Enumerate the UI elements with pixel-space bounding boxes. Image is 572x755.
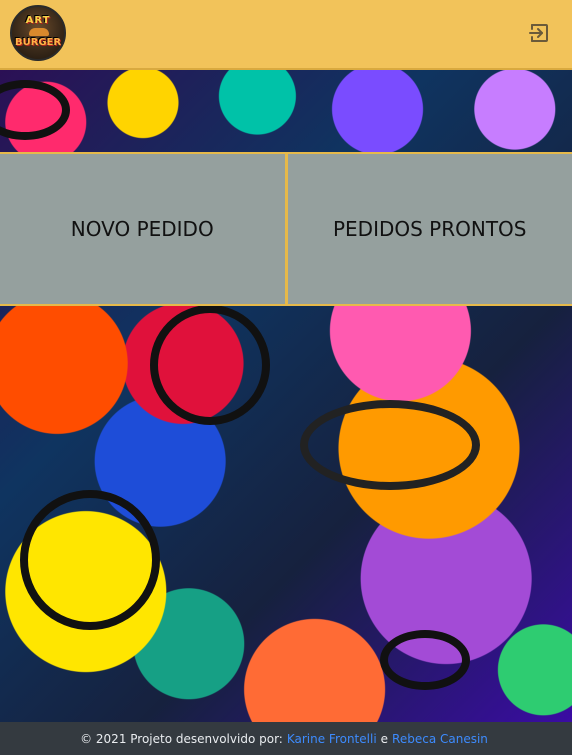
page-footer: © 2021 Projeto desenvolvido por: Karine … [0, 722, 572, 755]
copyright-text: © 2021 Projeto desenvolvido por: [80, 731, 283, 746]
new-order-button[interactable]: NOVO PEDIDO [0, 152, 287, 306]
ready-orders-button[interactable]: PEDIDOS PRONTOS [286, 152, 572, 306]
logout-icon [529, 24, 548, 42]
footer-conjunction: e [380, 731, 389, 746]
logo-text-bottom: BURGER [14, 37, 62, 48]
burger-icon [29, 28, 49, 36]
main-menu: NOVO PEDIDO PEDIDOS PRONTOS [0, 152, 572, 306]
author-link-rebeca[interactable]: Rebeca Canesin [392, 732, 488, 746]
art-burger-logo[interactable]: ART BURGER [10, 5, 66, 61]
app-header: ART BURGER [0, 0, 572, 70]
logout-button[interactable] [527, 20, 553, 46]
logo-text-top: ART [25, 15, 51, 26]
author-link-karine[interactable]: Karine Frontelli [287, 732, 377, 746]
